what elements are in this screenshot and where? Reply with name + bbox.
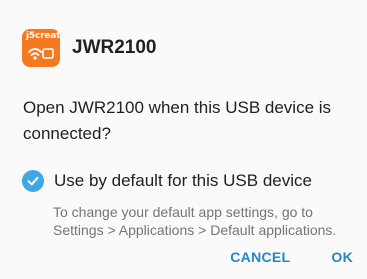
- default-checkbox[interactable]: [22, 170, 44, 192]
- dialog-title: JWR2100: [72, 37, 157, 58]
- app-icon-brand: j5create: [26, 31, 60, 41]
- usb-device-dialog: j5create JWR2100 Open JWR2100 when this …: [0, 0, 367, 279]
- default-checkbox-row[interactable]: Use by default for this USB device: [22, 170, 312, 192]
- app-icon: j5create: [22, 29, 60, 67]
- dialog-header: j5create JWR2100: [22, 28, 157, 68]
- dialog-buttons: CANCEL OK: [228, 247, 355, 267]
- default-checkbox-label[interactable]: Use by default for this USB device: [54, 171, 312, 191]
- wifi-icon: [28, 48, 54, 60]
- cancel-button[interactable]: CANCEL: [228, 247, 292, 267]
- ok-button[interactable]: OK: [329, 247, 355, 267]
- check-icon: [27, 176, 39, 186]
- default-settings-hint: To change your default app settings, go …: [53, 204, 337, 238]
- dialog-message: Open JWR2100 when this USB device is con…: [23, 98, 332, 143]
